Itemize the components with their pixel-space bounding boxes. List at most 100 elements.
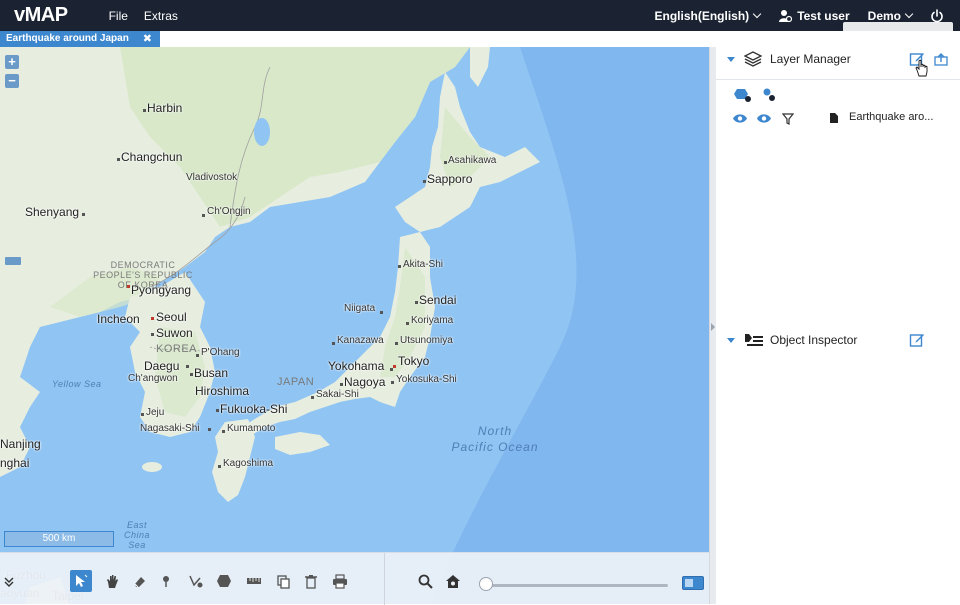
object-inspector-title: Object Inspector [770,333,858,347]
map-canvas[interactable]: + − DEMOCRATIC PEOPLE'S REPUBLIC OF KORE… [0,47,709,604]
layer-manager-header[interactable]: Layer Manager [716,48,960,77]
region-japan: JAPAN [277,376,315,388]
close-icon[interactable]: ✖ [143,31,152,47]
menu-file[interactable]: File [109,9,128,23]
city-label: Ch'Ongjin [207,206,251,217]
city-marker [117,158,120,161]
city-label: Niigata [344,303,376,314]
city-marker [415,301,418,304]
city-marker [127,285,130,288]
city-marker [82,213,85,216]
language-dropdown[interactable]: English(English) [655,9,762,23]
user-menu[interactable]: Test user [778,9,850,23]
object-inspector-header[interactable]: Object Inspector [716,329,960,351]
zoom-slider-track[interactable] [484,584,668,587]
draw-rectangle-button[interactable] [243,570,265,592]
map-toolbar [0,552,709,605]
city-label: Pyongyang [131,283,192,297]
eye-icon[interactable] [756,113,772,124]
ruler-icon [247,578,261,584]
draw-polygon-button[interactable] [213,570,235,592]
caret-down-icon[interactable] [727,337,735,343]
city-label: Utsunomiya [400,335,453,346]
city-label: Harbin [147,101,183,115]
hexagon-icon [217,575,231,587]
print-button[interactable] [329,570,351,592]
power-icon[interactable] [930,8,944,23]
city-marker [143,109,146,112]
collapse-toolbar-icon[interactable] [2,571,16,593]
inspector-icon [745,334,763,346]
add-point-layer-icon[interactable] [761,87,777,103]
home-icon [446,574,460,588]
zoom-slider-knob[interactable] [479,577,493,591]
city-label: Tokyo [398,354,430,368]
zoom-in-button[interactable]: + [5,55,19,69]
city-label: P'Ohang [201,347,240,358]
side-panel: Layer Manager Earthquake aro... Object I… [716,31,960,604]
ocean-pacific-line1: North [477,424,513,438]
eraser-icon [134,576,145,587]
city-marker [444,161,447,164]
city-label: Yokohama [328,359,385,373]
panel-splitter[interactable] [709,47,716,604]
city-label: Koriyama [411,315,454,326]
city-marker [423,180,426,183]
ocean-pacific-line2: Pacific Ocean [451,440,539,454]
city-marker [186,365,189,368]
draw-line-button[interactable] [185,570,207,592]
city-marker [202,214,205,217]
city-marker [398,265,401,268]
city-label: Fukuoka-Shi [220,402,288,416]
city-label: Sakai-Shi [316,389,359,400]
divider [716,79,960,80]
upload-icon[interactable] [934,52,948,66]
city-marker [332,342,335,345]
delete-button[interactable] [300,570,322,592]
filter-icon[interactable] [782,113,794,125]
chevron-down-icon [904,9,914,19]
eye-icon[interactable] [732,113,748,124]
city-label: Sapporo [427,172,473,186]
home-button[interactable] [442,570,464,592]
chevron-right-icon[interactable] [711,323,715,331]
city-marker [391,381,394,384]
search-button[interactable] [414,570,436,592]
city-label: Incheon [97,312,140,326]
file-icon [830,113,838,123]
city-label: Nanjing [0,437,41,451]
tab-earthquake-map[interactable]: Earthquake around Japan ✖ [0,31,160,47]
city-label: Yokosuka-Shi [396,374,457,385]
city-marker [208,428,211,431]
pin-icon [163,576,169,587]
copy-button[interactable] [272,570,294,592]
eraser-tool-button[interactable] [128,570,150,592]
sea-east-china: East China Sea [122,520,152,550]
zoom-out-button[interactable]: − [5,74,19,88]
city-label: Kumamoto [227,423,276,434]
region-korea: KOREA [156,343,198,355]
copy-icon [276,574,290,589]
select-tool-button[interactable] [70,570,92,592]
add-vector-layer-icon[interactable] [733,87,753,103]
draw-point-button[interactable] [155,570,177,592]
menu-extras[interactable]: Extras [144,9,178,23]
city-marker [151,317,154,320]
basemap-toggle[interactable] [682,576,704,590]
map-control-handle[interactable] [5,257,21,265]
city-marker [390,368,393,371]
project-label: Demo [867,8,901,23]
city-label: Akita-Shi [403,259,444,270]
city-marker [218,465,221,468]
project-dropdown[interactable]: Demo [867,8,914,23]
search-icon [418,574,433,589]
city-label: Kanazawa [337,335,384,346]
caret-down-icon[interactable] [727,56,735,62]
sea-east-china-line3: Sea [128,540,146,550]
city-label: Seoul [156,310,187,324]
edit-icon[interactable] [909,332,925,348]
pan-tool-button[interactable] [101,570,123,592]
layer-item[interactable]: Earthquake aro... [716,111,960,129]
city-label: Shenyang [25,205,80,219]
city-label: Nagasaki-Shi [140,423,200,434]
